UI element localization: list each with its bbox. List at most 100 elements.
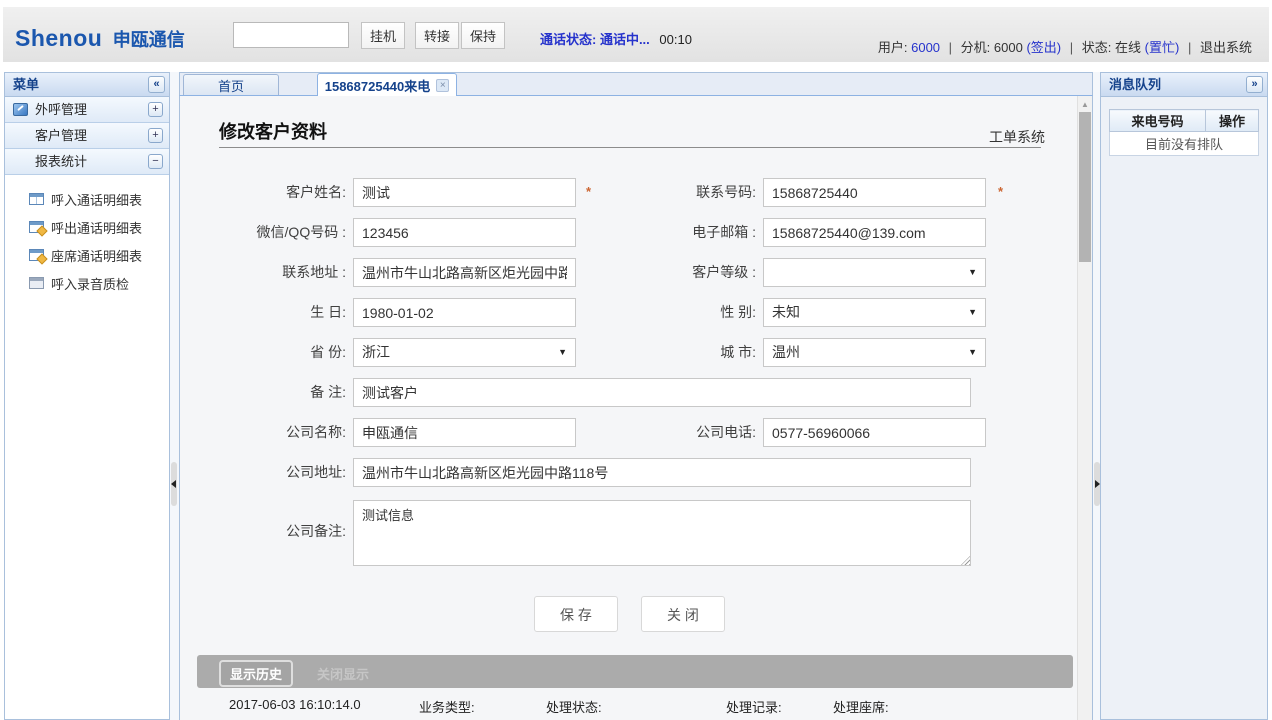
select-arrow-icon: ▼ (968, 299, 977, 326)
process-record-label: 处理记录: (726, 697, 782, 716)
contact-number-label: 联系号码: (606, 178, 756, 207)
call-status-text: 通话状态: 通话中... (540, 32, 650, 47)
call-timer: 00:10 (659, 32, 692, 47)
select-arrow-icon: ▼ (968, 259, 977, 286)
select-arrow-icon: ▼ (968, 339, 977, 366)
scrollbar-thumb[interactable] (1079, 112, 1091, 262)
title-divider (219, 147, 1041, 148)
tab-label: 首页 (218, 76, 244, 95)
required-asterisk: * (586, 184, 591, 199)
city-select[interactable]: 温州 ▼ (763, 338, 986, 367)
collapse-toggle-icon[interactable]: − (148, 154, 163, 169)
divider: | (949, 40, 952, 55)
tab-close-icon[interactable]: × (436, 79, 449, 92)
scroll-up-icon[interactable]: ▲ (1078, 99, 1092, 111)
message-queue-panel: 消息队列 » 来电号码 操作 目前没有排队 (1100, 72, 1268, 720)
set-busy-link[interactable]: (置忙) (1145, 40, 1180, 55)
gender-select[interactable]: 未知 ▼ (763, 298, 986, 327)
sidebar-collapse-handle[interactable] (171, 462, 177, 506)
select-value: 浙江 (362, 344, 390, 360)
history-record-time: 2017-06-03 16:10:14.0 (229, 697, 361, 712)
user-value-link[interactable]: 6000 (911, 40, 940, 55)
sidebar-item-recording-qc[interactable]: 呼入录音质检 (5, 269, 169, 297)
ticket-system-link[interactable]: 工单系统 (915, 127, 1045, 147)
tab-label: 15868725440来电 (325, 76, 431, 95)
right-splitter[interactable] (1093, 72, 1100, 720)
sidebar-header: 菜单 « (5, 73, 169, 97)
session-info: 用户: 6000 | 分机: 6000 (签出) | 状态: 在线 (置忙) |… (878, 37, 1252, 56)
sidebar-item-label: 呼入通话明细表 (51, 190, 142, 209)
expand-toggle-icon[interactable]: + (148, 102, 163, 117)
save-button[interactable]: 保 存 (534, 596, 618, 632)
hold-button[interactable]: 保持 (461, 22, 505, 49)
status-value: 在线 (1115, 40, 1141, 55)
sidebar-item-label: 座席通话明细表 (51, 246, 142, 265)
sidebar-group-outbound[interactable]: 外呼管理 + (5, 97, 169, 123)
sidebar-menu: 菜单 « 外呼管理 + 客户管理 + 报表统计 − 呼入通话明细表 呼出通话明细… (4, 72, 170, 720)
select-value: 未知 (772, 304, 800, 320)
tab-home[interactable]: 首页 (183, 74, 279, 95)
customer-name-input[interactable] (353, 178, 576, 207)
arrow-left-icon (171, 480, 176, 488)
company-remark-textarea[interactable]: 测试信息 (353, 500, 971, 566)
process-agent-label: 处理座席: (833, 697, 889, 716)
city-label: 城 市: (606, 338, 756, 367)
queue-title: 消息队列 (1109, 77, 1161, 92)
tab-incoming-call[interactable]: 15868725440来电 × (317, 73, 457, 96)
wechat-qq-input[interactable] (353, 218, 576, 247)
left-splitter[interactable] (170, 72, 179, 720)
customer-level-label: 客户等级 : (606, 258, 756, 287)
contact-address-input[interactable] (353, 258, 576, 287)
birthday-input[interactable] (353, 298, 576, 327)
sidebar-item-outbound-detail[interactable]: 呼出通话明细表 (5, 213, 169, 241)
page-title: 修改客户资料 (219, 118, 327, 144)
history-record-row: 2017-06-03 16:10:14.0 业务类型: 处理状态: 处理记录: … (180, 697, 1092, 715)
select-value: 温州 (772, 344, 800, 360)
sidebar-group-reports[interactable]: 报表统计 − (5, 149, 169, 175)
close-button[interactable]: 关 闭 (641, 596, 725, 632)
history-toolbar: 显示历史 关闭显示 (197, 655, 1073, 688)
sign-out-link[interactable]: (签出) (1026, 40, 1061, 55)
table-edit-icon (29, 221, 44, 233)
page: Shenou 申瓯通信 挂机 转接 保持 通话状态: 通话中... 00:10 … (0, 0, 1272, 720)
dial-input[interactable] (233, 22, 349, 48)
sidebar-item-agent-detail[interactable]: 座席通话明细表 (5, 241, 169, 269)
sidebar-group-customer[interactable]: 客户管理 + (5, 123, 169, 149)
business-type-label: 业务类型: (419, 697, 475, 716)
queue-col-action: 操作 (1206, 110, 1259, 132)
main-scrollbar[interactable]: ▲ (1077, 96, 1092, 720)
show-history-button[interactable]: 显示历史 (219, 660, 293, 687)
logout-link[interactable]: 退出系统 (1200, 40, 1252, 55)
ext-label: 分机: (961, 40, 991, 55)
queue-expand-button[interactable]: » (1246, 76, 1263, 93)
hide-history-button[interactable]: 关闭显示 (317, 664, 369, 683)
contact-number-input[interactable] (763, 178, 986, 207)
company-name-input[interactable] (353, 418, 576, 447)
queue-empty-row: 目前没有排队 (1110, 132, 1259, 156)
company-address-label: 公司地址: (196, 458, 346, 487)
remark-input[interactable] (353, 378, 971, 407)
customer-name-label: 客户姓名: (196, 178, 346, 207)
sidebar-collapse-button[interactable]: « (148, 76, 165, 93)
hangup-button[interactable]: 挂机 (361, 22, 405, 49)
wechat-qq-label: 微信/QQ号码 : (196, 218, 346, 247)
queue-col-number: 来电号码 (1110, 110, 1206, 132)
company-address-input[interactable] (353, 458, 971, 487)
province-select[interactable]: 浙江 ▼ (353, 338, 576, 367)
expand-toggle-icon[interactable]: + (148, 128, 163, 143)
sidebar-item-label: 呼入录音质检 (51, 274, 129, 293)
divider: | (1188, 40, 1191, 55)
outbound-call-icon (13, 103, 28, 116)
logo-cn: 申瓯通信 (113, 30, 185, 50)
top-header: Shenou 申瓯通信 挂机 转接 保持 通话状态: 通话中... 00:10 … (3, 7, 1269, 62)
company-phone-input[interactable] (763, 418, 986, 447)
tab-strip: 首页 15868725440来电 × (179, 72, 1093, 96)
email-input[interactable] (763, 218, 986, 247)
customer-level-select[interactable]: ▼ (763, 258, 986, 287)
table-edit-icon (29, 249, 44, 261)
sidebar-group-label: 报表统计 (35, 154, 87, 169)
call-status: 通话状态: 通话中... 00:10 (540, 29, 692, 48)
transfer-button[interactable]: 转接 (415, 22, 459, 49)
select-arrow-icon: ▼ (558, 339, 567, 366)
sidebar-item-inbound-detail[interactable]: 呼入通话明细表 (5, 185, 169, 213)
